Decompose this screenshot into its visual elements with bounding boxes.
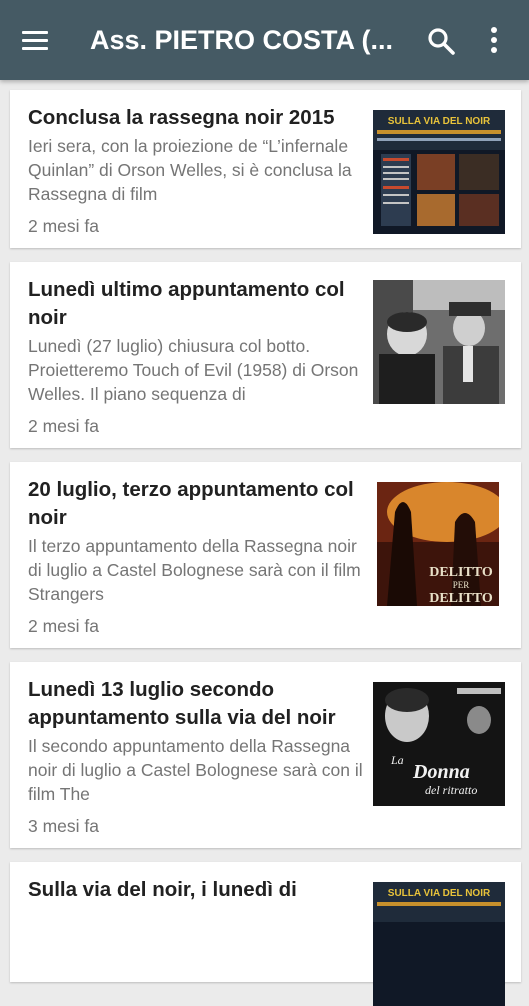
article-time: 2 mesi fa bbox=[28, 616, 99, 636]
article-card[interactable]: 20 luglio, terzo appuntamento col noir I… bbox=[10, 462, 521, 648]
poster-title-line: DELITTO bbox=[429, 565, 493, 580]
article-time: 3 mesi fa bbox=[28, 816, 99, 836]
delitto-per-delitto-poster-thumbnail: DELITTO PER DELITTO bbox=[377, 482, 499, 606]
poster-title-line: del ritratto bbox=[425, 783, 477, 797]
poster-title-line: Donna bbox=[412, 761, 470, 783]
more-vert-icon[interactable] bbox=[482, 24, 506, 56]
poster-title-line: PER bbox=[453, 580, 470, 590]
article-card[interactable]: Conclusa la rassegna noir 2015 Ieri sera… bbox=[10, 90, 521, 248]
poster-title-text: SULLA VIA DEL NOIR bbox=[388, 888, 491, 899]
app-bar: Ass. PIETRO COSTA (... bbox=[0, 0, 529, 80]
film-still-thumbnail bbox=[373, 280, 505, 404]
noir-poster-thumbnail: SULLA VIA DEL NOIR bbox=[373, 110, 505, 234]
menu-icon[interactable] bbox=[22, 28, 58, 52]
article-card[interactable]: Lunedì ultimo appuntamento col noir Lune… bbox=[10, 262, 521, 448]
article-excerpt: Il terzo appuntamento della Rassegna noi… bbox=[28, 536, 361, 604]
poster-title-text: SULLA VIA DEL NOIR bbox=[388, 116, 491, 127]
app-title: Ass. PIETRO COSTA (... bbox=[90, 25, 394, 55]
donna-del-ritratto-poster-thumbnail: La Donna del ritratto bbox=[373, 682, 505, 806]
noir-poster-thumbnail: SULLA VIA DEL NOIR bbox=[373, 882, 505, 1006]
article-time: 2 mesi fa bbox=[28, 416, 99, 436]
article-title: Conclusa la rassegna noir 2015 bbox=[28, 106, 335, 129]
article-card[interactable]: Sulla via del noir, i lunedì di SULLA VI… bbox=[10, 862, 521, 1006]
article-title: 20 luglio, terzo appuntamento col noir bbox=[28, 478, 354, 529]
article-time: 2 mesi fa bbox=[28, 216, 99, 236]
article-title: Lunedì 13 luglio secondo appuntamento su… bbox=[28, 678, 336, 729]
article-excerpt: Lunedì (27 luglio) chiusura col botto. P… bbox=[28, 336, 359, 404]
article-excerpt: Ieri sera, con la proiezione de “L’infer… bbox=[28, 136, 352, 204]
article-card[interactable]: Lunedì 13 luglio secondo appuntamento su… bbox=[10, 662, 521, 848]
search-icon[interactable] bbox=[426, 26, 456, 56]
article-title: Lunedì ultimo appuntamento col noir bbox=[28, 278, 345, 329]
poster-title-line: La bbox=[390, 753, 404, 767]
article-excerpt: Il secondo appuntamento della Rassegna n… bbox=[28, 736, 363, 804]
poster-title-line: DELITTO bbox=[429, 591, 493, 606]
